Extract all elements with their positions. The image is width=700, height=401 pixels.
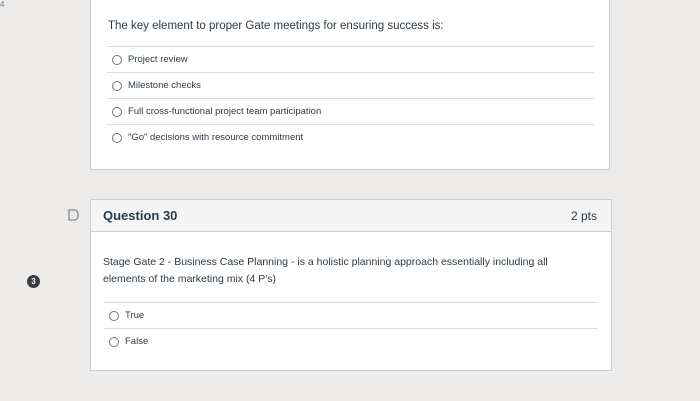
- answer-label: False: [125, 336, 149, 347]
- radio-button[interactable]: [109, 310, 119, 321]
- answer-label: True: [125, 310, 145, 321]
- question-card-30: Question 30 2 pts Stage Gate 2 - Busines…: [90, 199, 612, 371]
- flag-question-icon[interactable]: [66, 208, 80, 222]
- question-text: The key element to proper Gate meetings …: [108, 20, 444, 32]
- question-text: Stage Gate 2 - Business Case Planning - …: [103, 256, 548, 285]
- radio-button[interactable]: [112, 106, 122, 117]
- answer-option-true[interactable]: True: [104, 302, 598, 328]
- answer-list: True False: [104, 302, 598, 354]
- answer-label: Milestone checks: [128, 80, 201, 91]
- radio-button[interactable]: [112, 54, 122, 65]
- question-card-29: The key element to proper Gate meetings …: [90, 0, 610, 170]
- radio-button[interactable]: [109, 336, 119, 347]
- answer-list: Project review Milestone checks Full cro…: [107, 46, 595, 150]
- answer-label: Project review: [128, 54, 188, 65]
- answer-option-false[interactable]: False: [104, 328, 598, 354]
- answer-option-go-decisions[interactable]: "Go" decisions with resource commitment: [107, 124, 595, 150]
- question-title: Question 30: [103, 208, 178, 223]
- question-points: 2 pts: [570, 209, 597, 223]
- answer-label: Full cross-functional project team parti…: [128, 106, 322, 117]
- question-number-badge: 3: [27, 275, 40, 288]
- answer-option-project-review[interactable]: Project review: [107, 46, 595, 72]
- answer-label: "Go" decisions with resource commitment: [128, 132, 304, 143]
- answer-option-full-team[interactable]: Full cross-functional project team parti…: [107, 98, 595, 124]
- question-header: Question 30 2 pts: [91, 200, 611, 232]
- answer-option-milestone-checks[interactable]: Milestone checks: [107, 72, 595, 98]
- page-corner-mark: 4: [0, 0, 5, 9]
- radio-button[interactable]: [112, 80, 122, 91]
- radio-button[interactable]: [112, 132, 122, 143]
